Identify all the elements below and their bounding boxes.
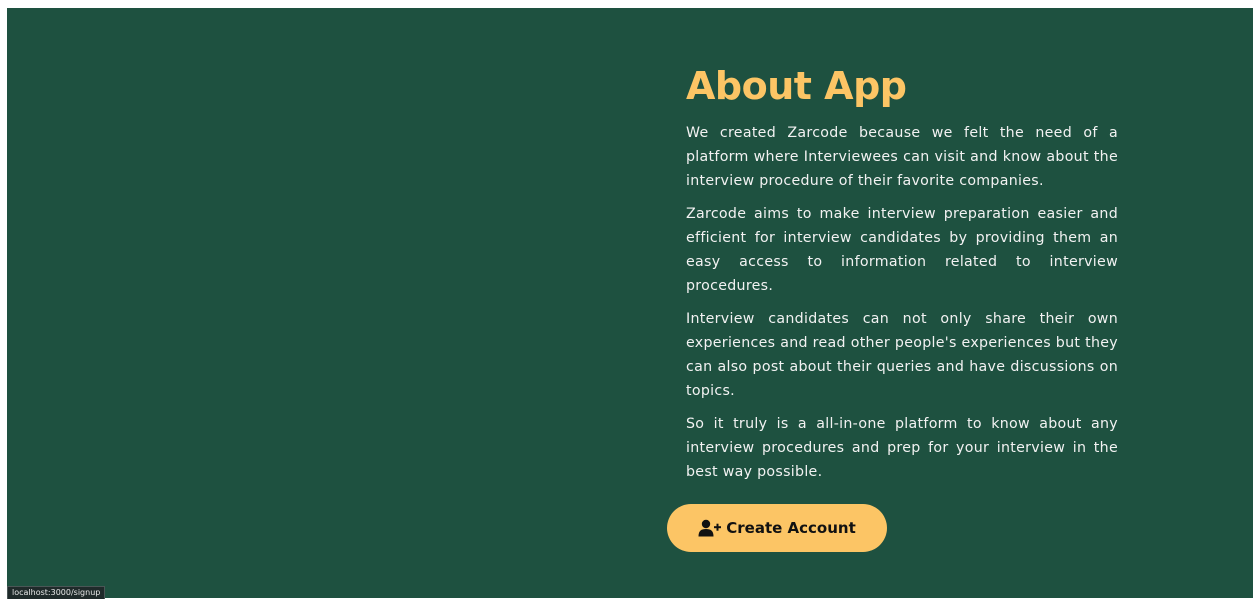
about-title: About App <box>686 64 907 108</box>
about-page: About App We created Zarcode because we … <box>7 8 1253 598</box>
about-section: About App We created Zarcode because we … <box>686 58 1118 484</box>
about-paragraph-1: We created Zarcode because we felt the n… <box>686 125 1118 189</box>
about-paragraph-2: Zarcode aims to make interview preparati… <box>686 206 1118 294</box>
about-paragraph-4: So it truly is a all-in-one platform to … <box>686 416 1118 480</box>
create-account-button[interactable]: Create Account <box>667 504 887 552</box>
create-account-label: Create Account <box>726 519 856 537</box>
user-plus-icon <box>698 519 722 537</box>
about-paragraph-3: Interview candidates can not only share … <box>686 311 1118 399</box>
status-bar-url: localhost:3000/signup <box>7 586 106 599</box>
